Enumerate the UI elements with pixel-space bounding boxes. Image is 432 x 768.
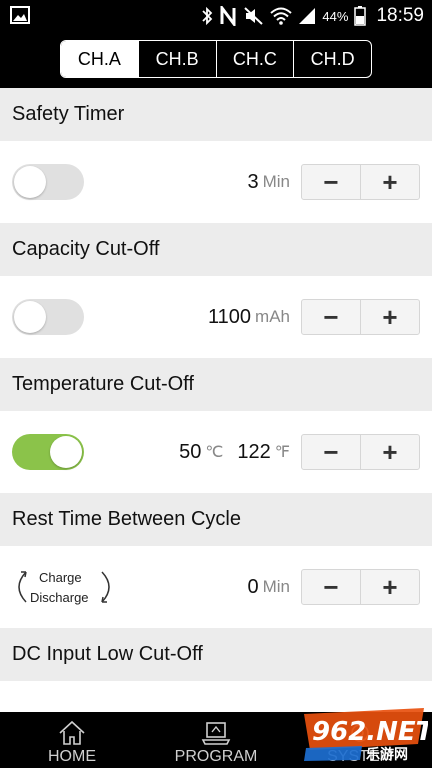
svg-text:962.NET: 962.NET bbox=[312, 717, 428, 747]
status-bar: 44% 18:59 bbox=[0, 0, 432, 32]
rest-time-unit: Min bbox=[262, 577, 290, 596]
channel-bar: CH.A CH.B CH.C CH.D bbox=[0, 32, 432, 88]
capacity-cutoff-unit: mAh bbox=[255, 307, 290, 326]
battery-icon bbox=[354, 6, 367, 26]
capacity-cutoff-row: 1100 mAh − + bbox=[0, 276, 432, 358]
capacity-cutoff-plus-button[interactable]: + bbox=[360, 300, 419, 334]
mute-icon bbox=[244, 6, 264, 26]
temperature-cutoff-minus-button[interactable]: − bbox=[302, 435, 360, 469]
channel-tabs: CH.A CH.B CH.C CH.D bbox=[60, 40, 372, 78]
safety-timer-minus-button[interactable]: − bbox=[302, 165, 360, 199]
toggle-knob bbox=[50, 436, 82, 468]
rest-time-row: Charge Discharge 0 Min − + bbox=[0, 546, 432, 628]
settings-list[interactable]: Safety Timer 3 Min − + Capacity Cut-Off … bbox=[0, 88, 432, 712]
toggle-knob bbox=[14, 166, 46, 198]
capacity-cutoff-stepper: − + bbox=[301, 299, 420, 335]
nav-program-label: PROGRAM bbox=[174, 748, 258, 765]
nav-home-label: HOME bbox=[48, 748, 96, 765]
svg-text:乐游网: 乐游网 bbox=[366, 746, 408, 762]
tab-ch-c[interactable]: CH.C bbox=[215, 41, 294, 77]
temperature-cutoff-value-group: 50 ℃ 122 ℉ bbox=[179, 411, 290, 493]
temperature-fahrenheit-value: 122 bbox=[237, 440, 271, 463]
home-icon bbox=[59, 720, 85, 745]
capacity-cutoff-minus-button[interactable]: − bbox=[302, 300, 360, 334]
rest-time-value: 0 bbox=[247, 575, 259, 598]
temperature-celsius-value: 50 bbox=[179, 440, 202, 463]
safety-timer-toggle[interactable] bbox=[12, 164, 84, 200]
safety-timer-plus-button[interactable]: + bbox=[360, 165, 419, 199]
temperature-cutoff-stepper: − + bbox=[301, 434, 420, 470]
bluetooth-icon bbox=[200, 6, 214, 26]
capacity-cutoff-value: 1100 bbox=[208, 305, 252, 328]
temperature-cutoff-row: 50 ℃ 122 ℉ − + bbox=[0, 411, 432, 493]
cycle-charge-label: Charge bbox=[39, 570, 82, 585]
safety-timer-unit: Min bbox=[262, 172, 290, 191]
capacity-cutoff-toggle[interactable] bbox=[12, 299, 84, 335]
rest-time-title: Rest Time Between Cycle bbox=[0, 493, 432, 546]
temperature-cutoff-plus-button[interactable]: + bbox=[360, 435, 419, 469]
capacity-cutoff-value-group: 1100 mAh bbox=[208, 276, 290, 358]
safety-timer-row: 3 Min − + bbox=[0, 141, 432, 223]
safety-timer-stepper: − + bbox=[301, 164, 420, 200]
rest-time-plus-button[interactable]: + bbox=[360, 570, 419, 604]
signal-icon bbox=[298, 7, 316, 25]
wifi-icon bbox=[270, 7, 293, 25]
temperature-cutoff-title: Temperature Cut-Off bbox=[0, 358, 432, 411]
gallery-icon bbox=[10, 6, 30, 24]
tab-ch-a[interactable]: CH.A bbox=[61, 41, 138, 77]
rest-time-stepper: − + bbox=[301, 569, 420, 605]
rest-time-value-group: 0 Min bbox=[247, 546, 290, 628]
rest-time-minus-button[interactable]: − bbox=[302, 570, 360, 604]
watermark-logo: 962.NET 乐游网 bbox=[304, 708, 428, 762]
capacity-cutoff-title: Capacity Cut-Off bbox=[0, 223, 432, 276]
fahrenheit-unit: ℉ bbox=[274, 444, 290, 461]
laptop-icon bbox=[201, 722, 231, 745]
nav-home[interactable]: HOME bbox=[0, 712, 144, 768]
cycle-discharge-label: Discharge bbox=[30, 590, 89, 605]
nav-program[interactable]: PROGRAM bbox=[144, 712, 288, 768]
clock: 18:59 bbox=[376, 5, 424, 26]
safety-timer-value: 3 bbox=[247, 170, 259, 193]
toggle-knob bbox=[14, 301, 46, 333]
celsius-unit: ℃ bbox=[205, 444, 224, 461]
dc-input-title: DC Input Low Cut-Off bbox=[0, 628, 432, 681]
safety-timer-value-group: 3 Min bbox=[247, 141, 290, 223]
temperature-cutoff-toggle[interactable] bbox=[12, 434, 84, 470]
nfc-icon bbox=[220, 6, 238, 26]
battery-percent: 44% bbox=[322, 8, 349, 24]
tab-ch-d[interactable]: CH.D bbox=[293, 41, 371, 77]
safety-timer-title: Safety Timer bbox=[0, 88, 432, 141]
tab-ch-b[interactable]: CH.B bbox=[137, 41, 216, 77]
